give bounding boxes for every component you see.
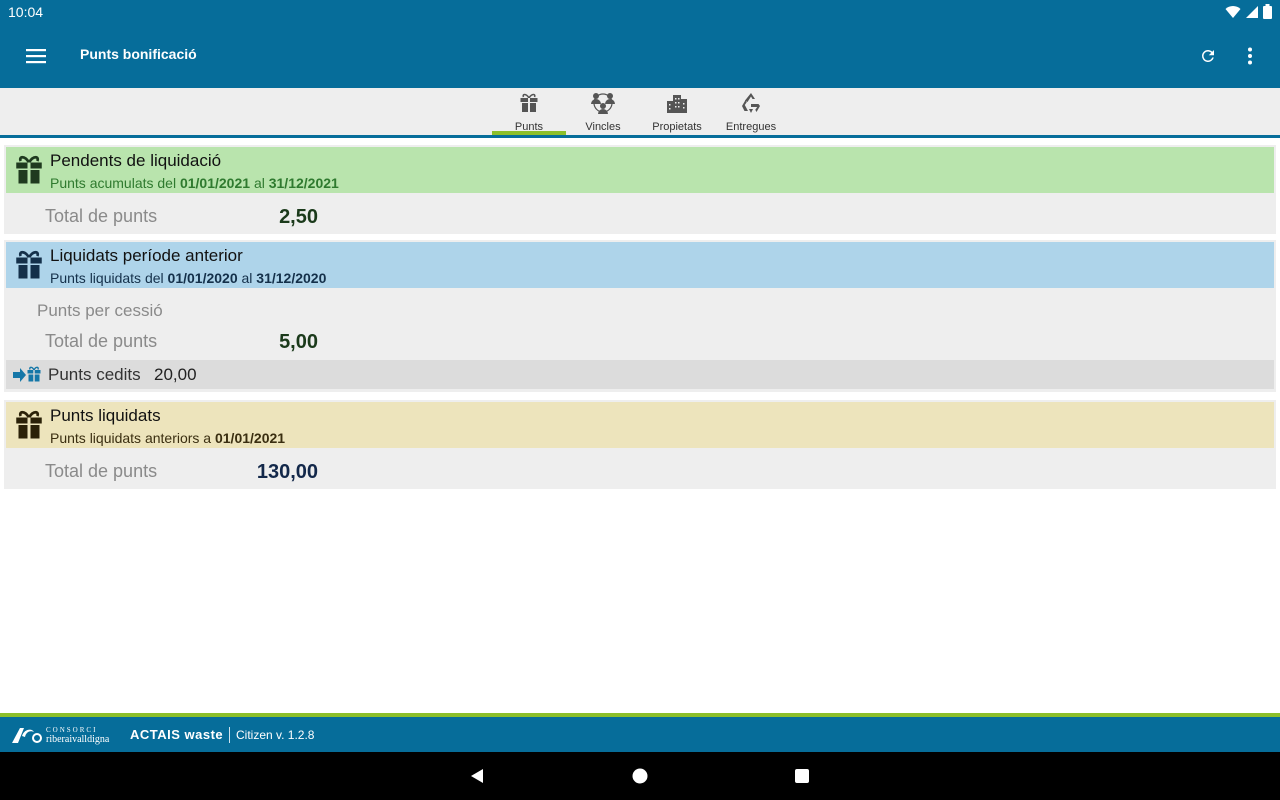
tab-vincles[interactable]: Vincles — [566, 88, 640, 135]
card-header: Pendents de liquidació Punts acumulats d… — [6, 147, 1274, 193]
tab-bar-divider — [0, 135, 1280, 138]
app-version: Citizen v. 1.2.8 — [236, 728, 315, 742]
settled-points-card: Punts liquidats Punts liquidats anterior… — [4, 400, 1276, 489]
card-title: Liquidats període anterior — [50, 246, 243, 265]
tab-bar: Punts Vincles Propietats Entregues — [0, 88, 1280, 138]
recents-square-icon — [795, 769, 809, 783]
gift-icon — [16, 155, 42, 184]
status-time: 10:04 — [8, 4, 44, 20]
tab-propietats[interactable]: Propietats — [640, 88, 714, 135]
more-vert-icon — [1248, 47, 1252, 65]
tab-label-vincles: Vincles — [585, 121, 621, 133]
system-icons — [1225, 4, 1272, 19]
total-label: Total de punts — [45, 331, 158, 351]
date-to: 31/12/2021 — [268, 175, 339, 191]
card-title: Pendents de liquidació — [50, 151, 222, 170]
product-name: ACTAIS waste — [130, 727, 224, 742]
wifi-icon — [1225, 5, 1241, 18]
system-navigation-bar — [0, 752, 1280, 800]
gift-icon — [16, 250, 42, 279]
tab-label-propietats: Propietats — [652, 121, 702, 133]
ceded-value: 20,00 — [154, 365, 197, 384]
pending-settlement-card: Pendents de liquidació Punts acumulats d… — [4, 145, 1276, 234]
back-button[interactable] — [465, 764, 489, 788]
total-label: Total de punts — [45, 461, 158, 481]
previous-period-card: Liquidats període anterior Punts liquida… — [4, 240, 1276, 392]
total-label: Total de punts — [45, 206, 158, 226]
more-options-button[interactable] — [1234, 40, 1266, 72]
gift-icon — [16, 410, 42, 439]
date-to: 31/12/2020 — [256, 270, 327, 286]
consortium-name: riberaivalldigna — [46, 734, 110, 745]
recents-button[interactable] — [790, 764, 814, 788]
card-subtitle: Punts liquidats anteriors a 01/01/2021 — [50, 430, 286, 446]
ceded-points-row: Punts cedits 20,00 — [6, 360, 1274, 389]
app-bar: Punts bonificació — [0, 24, 1280, 88]
card-subtitle: Punts acumulats del 01/01/2021 al 31/12/… — [50, 175, 339, 191]
page-title: Punts bonificació — [80, 46, 197, 62]
card-title: Punts liquidats — [50, 406, 161, 425]
date: 01/01/2021 — [214, 430, 286, 446]
status-bar: 10:04 — [0, 0, 1280, 24]
footer-separator — [229, 727, 230, 743]
transfer-gift-icon — [13, 366, 41, 382]
ceded-label: Punts cedits — [48, 365, 141, 384]
people-icon — [591, 93, 615, 114]
tab-entregues[interactable]: Entregues — [714, 88, 788, 135]
back-triangle-icon — [471, 769, 483, 783]
recycle-icon — [742, 93, 760, 113]
hamburger-menu-icon — [26, 49, 46, 64]
home-circle-icon — [632, 768, 648, 784]
footer: CONSORCI riberaivalldigna ACTAIS waste C… — [0, 717, 1280, 752]
consortium-logo-icon — [12, 728, 42, 743]
buildings-icon — [667, 95, 687, 113]
cession-label: Punts per cessió — [37, 301, 163, 320]
signal-icon — [1246, 5, 1258, 18]
total-value: 2,50 — [279, 206, 318, 228]
tab-label-entregues: Entregues — [725, 121, 777, 133]
tab-punts[interactable]: Punts — [492, 88, 566, 135]
battery-icon — [1263, 4, 1272, 19]
date-from: 01/01/2021 — [179, 175, 251, 191]
total-value: 5,00 — [279, 331, 318, 353]
card-header: Punts liquidats Punts liquidats anterior… — [6, 402, 1274, 448]
home-button[interactable] — [628, 764, 652, 788]
card-subtitle: Punts liquidats del 01/01/2020 al 31/12/… — [50, 270, 327, 286]
date-from: 01/01/2020 — [167, 270, 238, 286]
card-header: Liquidats període anterior Punts liquida… — [6, 242, 1274, 288]
consortium-logo: CONSORCI riberaivalldigna — [10, 725, 109, 745]
refresh-button[interactable] — [1192, 40, 1224, 72]
total-value: 130,00 — [256, 461, 318, 483]
menu-button[interactable] — [20, 40, 52, 72]
gift-icon — [520, 93, 538, 112]
refresh-icon — [1201, 49, 1214, 62]
